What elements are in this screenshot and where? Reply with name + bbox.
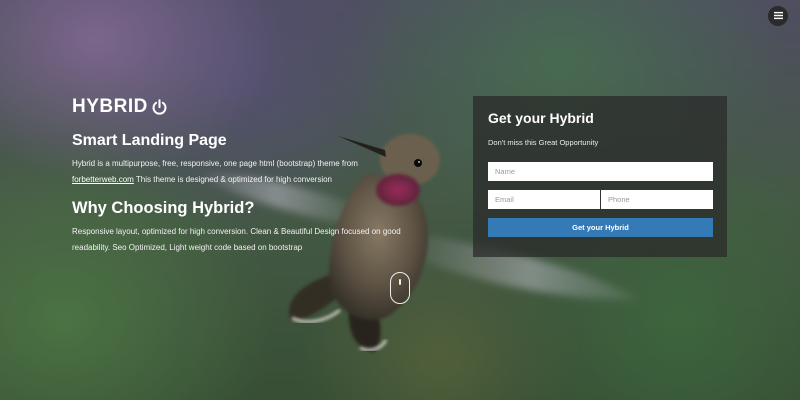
hero-content: HYBRID Smart Landing Page Hybrid is a mu… <box>72 96 412 255</box>
intro-paragraph: Hybrid is a multipurpose, free, responsi… <box>72 156 412 187</box>
mouse-scroll-icon[interactable] <box>390 272 410 304</box>
forbetterweb-link[interactable]: forbetterweb.com <box>72 175 134 184</box>
signup-form-panel: Get your Hybrid Don't miss this Great Op… <box>473 96 727 257</box>
email-field[interactable] <box>488 190 600 209</box>
logo-text: HYBRID <box>72 96 148 117</box>
phone-field[interactable] <box>601 190 713 209</box>
logo[interactable]: HYBRID <box>72 96 412 118</box>
power-icon <box>151 98 168 116</box>
features-paragraph: Responsive layout, optimized for high co… <box>72 227 401 252</box>
intro-text-after-link: This theme is designed & optimized for h… <box>133 174 332 184</box>
contact-row <box>488 190 713 209</box>
form-title: Get your Hybrid <box>488 110 594 126</box>
heading-why-choosing: Why Choosing Hybrid? <box>72 199 255 217</box>
heading-smart-landing-page: Smart Landing Page <box>72 132 227 149</box>
form-subtitle: Don't miss this Great Opportunity <box>488 138 599 147</box>
intro-text-before-link: Hybrid is a multipurpose, free, responsi… <box>72 159 358 168</box>
hamburger-menu-button[interactable] <box>768 6 788 26</box>
get-hybrid-button[interactable]: Get your Hybrid <box>488 218 713 237</box>
hamburger-menu-icon <box>773 7 783 25</box>
name-field[interactable] <box>488 162 713 181</box>
